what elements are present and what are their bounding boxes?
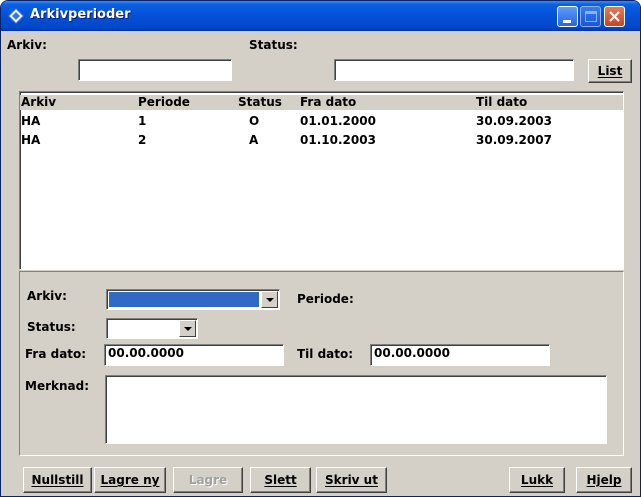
merknad-textarea[interactable] <box>105 375 607 444</box>
cell-status: O <box>249 114 260 128</box>
cell-periode: 1 <box>138 114 147 128</box>
filter-arkiv-label: Arkiv: <box>7 38 47 52</box>
filter-status-input[interactable] <box>334 59 574 81</box>
cell-fra-dato: 01.01.2000 <box>300 114 376 128</box>
arkiv-combobox[interactable] <box>106 289 280 310</box>
fra-dato-input[interactable]: 00.00.0000 <box>104 344 284 366</box>
period-list[interactable]: Arkiv Periode Status Fra dato Til dato H… <box>19 91 624 270</box>
arkivperioder-window: Arkivperioder Arkiv: Status: List Arkiv … <box>0 0 641 497</box>
status-dropdown-button[interactable] <box>179 320 196 337</box>
cell-fra-dato: 01.10.2003 <box>300 133 376 147</box>
minimize-button[interactable] <box>557 6 578 27</box>
cell-til-dato: 30.09.2007 <box>476 133 552 147</box>
maximize-button[interactable] <box>580 6 601 27</box>
fra-dato-label: Fra dato: <box>25 347 87 361</box>
lukk-button[interactable]: Lukk <box>509 467 565 493</box>
column-header-fra-dato[interactable]: Fra dato <box>300 95 356 109</box>
detail-status-label: Status: <box>27 320 76 334</box>
status-combobox[interactable] <box>106 318 198 339</box>
chevron-down-icon <box>266 298 274 302</box>
title-bar[interactable]: Arkivperioder <box>1 1 640 31</box>
filter-status-label: Status: <box>249 38 298 52</box>
column-header-status[interactable]: Status <box>238 95 282 109</box>
minimize-icon <box>563 20 571 23</box>
diamond-app-icon <box>8 8 24 24</box>
chevron-down-icon <box>184 327 192 331</box>
close-icon <box>609 11 620 22</box>
slett-button[interactable]: Slett <box>250 467 311 493</box>
list-button[interactable]: List <box>588 59 632 83</box>
arkiv-selection-highlight <box>109 292 259 307</box>
table-row[interactable]: HA 2 A 01.10.2003 30.09.2007 <box>20 133 623 149</box>
close-button[interactable] <box>604 6 625 27</box>
cell-arkiv: HA <box>21 133 41 147</box>
filter-arkiv-input[interactable] <box>78 59 232 81</box>
hjelp-button[interactable]: Hjelp <box>576 467 632 493</box>
window-title: Arkivperioder <box>30 7 131 22</box>
column-header-arkiv[interactable]: Arkiv <box>21 95 56 109</box>
lagre-button[interactable]: Lagre <box>173 467 243 493</box>
detail-arkiv-label: Arkiv: <box>27 289 67 303</box>
nullstill-button[interactable]: Nullstill <box>23 467 92 493</box>
cell-status: A <box>249 133 259 147</box>
merknad-label: Merknad: <box>25 379 90 393</box>
lagre-ny-button[interactable]: Lagre ny <box>94 467 166 493</box>
detail-periode-label: Periode: <box>297 292 354 306</box>
cell-arkiv: HA <box>21 114 41 128</box>
arkiv-dropdown-button[interactable] <box>261 291 278 308</box>
column-header-periode[interactable]: Periode <box>138 95 190 109</box>
cell-periode: 2 <box>138 133 147 147</box>
table-row[interactable]: HA 1 O 01.01.2000 30.09.2003 <box>20 114 623 130</box>
til-dato-input[interactable]: 00.00.0000 <box>370 344 550 366</box>
til-dato-label: Til dato: <box>297 347 354 361</box>
maximize-icon <box>585 11 597 22</box>
skriv-ut-button[interactable]: Skriv ut <box>316 467 387 493</box>
column-header-til-dato[interactable]: Til dato <box>476 95 527 109</box>
cell-til-dato: 30.09.2003 <box>476 114 552 128</box>
